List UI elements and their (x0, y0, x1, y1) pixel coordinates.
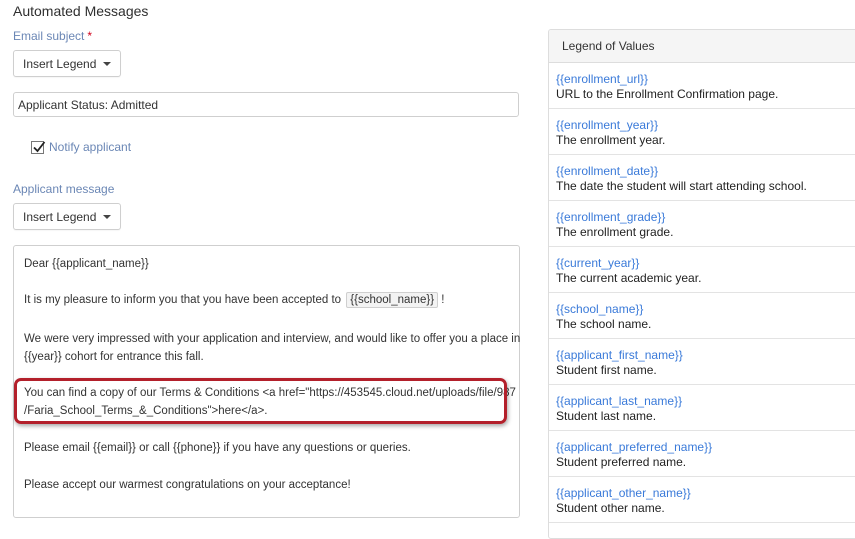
checkmark-icon (33, 140, 46, 152)
legend-key: {{applicant_last_name}} (556, 394, 683, 408)
legend-item-enrollment-date[interactable]: {{enrollment_date}} The date the student… (549, 155, 855, 201)
school-name-token[interactable]: {{school_name}} (346, 292, 439, 308)
section-title: Automated Messages (13, 3, 149, 19)
legend-key: {{enrollment_year}} (556, 118, 659, 132)
applicant-message-editor[interactable]: Dear {{applicant_name}} It is my pleasur… (13, 245, 520, 518)
applicant-message-label: Applicant message (13, 182, 115, 196)
message-insert-legend-button[interactable]: Insert Legend (13, 203, 122, 230)
legend-key: {{enrollment_date}} (556, 164, 659, 178)
message-impressed-line-1: We were very impressed with your applica… (24, 333, 521, 345)
legend-panel: Legend of Values {{enrollment_url}} URL … (548, 29, 855, 539)
legend-desc: Student last name. (556, 409, 657, 423)
email-subject-label-text: Email subject (13, 29, 85, 43)
message-accepted-suffix: ! (441, 294, 445, 306)
legend-key: {{school_name}} (556, 302, 644, 316)
legend-desc: The current academic year. (556, 271, 702, 285)
email-subject-label: Email subject * (13, 29, 92, 43)
legend-desc: The school name. (556, 317, 652, 331)
legend-item-applicant-other-name[interactable]: {{applicant_other_name}} Student other n… (549, 477, 855, 523)
message-terms-line-2: /Faria_School_Terms_&_Conditions">here</… (24, 405, 268, 417)
legend-item-enrollment-grade[interactable]: {{enrollment_grade}} The enrollment grad… (549, 201, 855, 247)
legend-key: {{current_year}} (556, 256, 640, 270)
legend-item-applicant-last-name[interactable]: {{applicant_last_name}} Student last nam… (549, 385, 855, 431)
legend-item-current-year[interactable]: {{current_year}} The current academic ye… (549, 247, 855, 293)
subject-insert-legend-button[interactable]: Insert Legend (13, 50, 122, 77)
legend-header: Legend of Values (549, 30, 855, 63)
legend-item-applicant-preferred-name[interactable]: {{applicant_preferred_name}} Student pre… (549, 431, 855, 477)
notify-applicant-label: Notify applicant (49, 140, 132, 154)
caret-down-icon (103, 61, 112, 66)
legend-item-school-name[interactable]: {{school_name}} The school name. (549, 293, 855, 339)
legend-desc: The date the student will start attendin… (556, 179, 807, 193)
message-congrats-line: Please accept our warmest congratulation… (24, 479, 351, 491)
message-accepted-line: It is my pleasure to inform you that you… (24, 292, 444, 308)
legend-desc: Student other name. (556, 501, 665, 515)
required-mark: * (87, 29, 93, 43)
legend-desc: Student first name. (556, 363, 657, 377)
legend-item-enrollment-url[interactable]: {{enrollment_url}} URL to the Enrollment… (549, 63, 855, 109)
notify-applicant-row[interactable]: Notify applicant (31, 140, 131, 154)
legend-desc: Student preferred name. (556, 455, 687, 469)
message-greeting: Dear {{applicant_name}} (24, 258, 149, 270)
message-insert-legend-label: Insert Legend (23, 209, 97, 224)
legend-desc: The enrollment grade. (556, 225, 674, 239)
legend-key: {{applicant_other_name}} (556, 486, 691, 500)
message-contact-line: Please email {{email}} or call {{phone}}… (24, 442, 411, 454)
legend-item-applicant-first-name[interactable]: {{applicant_first_name}} Student first n… (549, 339, 855, 385)
email-subject-input[interactable] (13, 92, 519, 117)
caret-down-icon (103, 214, 112, 219)
message-impressed-line-2: {{year}} cohort for entrance this fall. (24, 351, 204, 363)
message-accepted-prefix: It is my pleasure to inform you that you… (24, 294, 342, 306)
legend-key: {{applicant_first_name}} (556, 348, 683, 362)
legend-item-enrollment-year[interactable]: {{enrollment_year}} The enrollment year. (549, 109, 855, 155)
legend-desc: URL to the Enrollment Confirmation page. (556, 87, 779, 101)
subject-insert-legend-label: Insert Legend (23, 56, 97, 71)
legend-desc: The enrollment year. (556, 133, 666, 147)
legend-key: {{applicant_preferred_name}} (556, 440, 713, 454)
notify-applicant-checkbox[interactable] (31, 140, 46, 154)
legend-key: {{enrollment_grade}} (556, 210, 666, 224)
legend-key: {{enrollment_url}} (556, 72, 649, 86)
message-terms-line-1: You can find a copy of our Terms & Condi… (24, 387, 516, 399)
